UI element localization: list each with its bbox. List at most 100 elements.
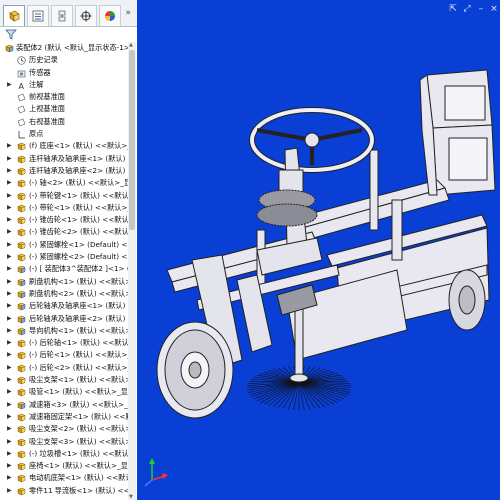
expand-arrow-icon[interactable]: ▶ — [7, 276, 13, 288]
tree-root-assembly[interactable]: 装配体2 (默认 <默认_显示状态-1> — [0, 42, 128, 54]
dimxpert-manager-tab[interactable] — [75, 5, 97, 26]
expand-arrow-icon[interactable]: ▶ — [7, 165, 13, 177]
tree-item[interactable]: ▶ 电动机底架<1> (默认) <<默认>_ — [0, 472, 128, 484]
expand-arrow-icon[interactable]: ▶ — [7, 140, 13, 152]
tree-item[interactable]: ▶ 刷盘机构<2> (默认) <<默认>_显示 — [0, 288, 128, 300]
tree-item[interactable]: ▶ (-) 轴<2> (默认) <<默认>_显示 — [0, 177, 128, 189]
tree-item-label: 刷盘机构<1> (默认) <<默认>_显示 — [29, 276, 128, 286]
tree-item[interactable]: 前视基准面 — [0, 91, 128, 103]
tree-item[interactable]: ▶ (-) 后轮轴<1> (默认) <<默认>_ — [0, 337, 128, 349]
property-manager-tab[interactable] — [27, 5, 49, 26]
expand-arrow-icon[interactable]: ▶ — [7, 325, 13, 337]
tabs-overflow-button[interactable]: » — [125, 8, 131, 18]
tree-item[interactable]: ▶ (-) 后轮<1> (默认) <<默认>_显 — [0, 349, 128, 361]
tree-item[interactable]: ▶ 座椅<1> (默认) <<默认>_显示状 — [0, 460, 128, 472]
tree-item-label: (-) 带轮<1> (默认) <<默认>_显 — [29, 202, 128, 212]
expand-arrow-icon[interactable]: ▶ — [7, 374, 13, 386]
tree-item[interactable]: ▶ 导向机构<1> (默认) <<默认>_显 — [0, 325, 128, 337]
tree-item-label: 刷盘机构<2> (默认) <<默认>_显示 — [29, 288, 128, 298]
assembly-icon — [17, 401, 26, 409]
filter-icon[interactable] — [5, 29, 17, 40]
expand-arrow-icon[interactable]: ▶ — [7, 251, 13, 263]
tree-item[interactable]: ▶ (-) [ 装配体3^装配体2 ]<1> (默 — [0, 263, 128, 275]
scrollbar-thumb[interactable] — [129, 50, 135, 230]
tree-item-label: 右视基准面 — [29, 116, 65, 126]
tree-item[interactable]: ▶ 零件11 导流板<1> (默认) <<默认 — [0, 485, 128, 497]
configuration-manager-tab[interactable] — [51, 5, 73, 26]
expand-arrow-icon[interactable]: ▶ — [7, 485, 13, 497]
expand-arrow-icon[interactable]: ▶ — [7, 226, 13, 238]
tree-item[interactable]: ▶ (-) 带轮<1> (默认) <<默认>_显 — [0, 202, 128, 214]
scroll-up-icon[interactable]: ▲ — [129, 42, 133, 48]
manager-tabs: » — [0, 0, 137, 27]
tree-item[interactable]: ▶ (-) 后轮<2> (默认) <<默认>_显 — [0, 362, 128, 374]
expand-arrow-icon[interactable]: ▶ — [7, 263, 13, 275]
tree-item[interactable]: ▶ (-) 锥齿轮<2> (默认) <<默认>_ — [0, 226, 128, 238]
scroll-down-icon[interactable]: ▼ — [129, 494, 133, 500]
model-3d-sweeper[interactable] — [137, 0, 500, 500]
expand-arrow-icon[interactable]: ▶ — [7, 399, 13, 411]
part-icon — [17, 179, 26, 188]
part-icon — [17, 339, 26, 348]
expand-arrow-icon[interactable]: ▶ — [7, 79, 13, 91]
tree-item[interactable]: ▶ 减速箱<3> (默认) <<默认>_显示 — [0, 399, 128, 411]
tree-item[interactable]: 传感器 — [0, 67, 128, 79]
tree-item[interactable]: ▶ 刷盘机构<1> (默认) <<默认>_显示 — [0, 276, 128, 288]
part-icon — [17, 204, 26, 213]
tree-item[interactable]: ▶ A 注解 — [0, 79, 128, 91]
display-manager-tab[interactable] — [99, 5, 121, 26]
part-icon — [17, 364, 26, 373]
tree-item[interactable]: ▶ 连杆轴承及轴承座<2> (默认) << — [0, 165, 128, 177]
tree-item[interactable]: ▶ (-) 带轮键<1> (默认) <<默认>_ — [0, 190, 128, 202]
tree-item[interactable]: ▶ (-) 紧固螺栓<1> (Default) <<D — [0, 239, 128, 251]
tree-filter-row — [0, 28, 137, 42]
tree-item[interactable]: ▶ 后轮轴承及轴承座<2> (默认) << — [0, 313, 128, 325]
expand-arrow-icon[interactable]: ▶ — [7, 436, 13, 448]
tree-item[interactable]: ▶ 吸尘支架<3> (默认) <<默认>_显 — [0, 436, 128, 448]
expand-arrow-icon[interactable]: ▶ — [7, 153, 13, 165]
annotation-icon: A — [19, 82, 25, 90]
expand-arrow-icon[interactable]: ▶ — [7, 214, 13, 226]
tree-item[interactable]: ▶ (-) 垃圾槽<1> (默认) <<默认>_ — [0, 448, 128, 460]
expand-arrow-icon[interactable]: ▶ — [7, 448, 13, 460]
tree-item[interactable]: 右视基准面 — [0, 116, 128, 128]
tree-item-label: (-) 后轮轴<1> (默认) <<默认>_ — [29, 338, 128, 348]
plane-icon — [17, 118, 26, 127]
expand-arrow-icon[interactable]: ▶ — [7, 288, 13, 300]
tree-item[interactable]: 上视基准面 — [0, 103, 128, 115]
tree-item[interactable]: ▶ 吸管<1> (默认) <<默认>_显示状 — [0, 386, 128, 398]
expand-arrow-icon[interactable]: ▶ — [7, 411, 13, 423]
tree-item[interactable]: ▶ (f) 底座<1> (默认) <<默认>_显 — [0, 140, 128, 152]
tree-item[interactable]: ▶ (-) 紧固螺栓<2> (Default) <<D — [0, 251, 128, 263]
part-icon — [17, 155, 26, 164]
feature-manager-tab-icon — [9, 10, 20, 22]
expand-arrow-icon[interactable]: ▶ — [7, 202, 13, 214]
tree-item-label: (-) 轴<2> (默认) <<默认>_显示 — [29, 178, 128, 188]
tree-scrollbar[interactable]: ▲ ▼ — [128, 42, 136, 500]
part-icon — [17, 438, 26, 446]
tree-item[interactable]: ▶ (-) 锥齿轮<1> (默认) <<默认>_ — [0, 214, 128, 226]
tree-item[interactable]: ▶ 吸尘支架<1> (默认) <<默认>_显 — [0, 374, 128, 386]
tree-item[interactable]: ▶ 减速箱固定架<1> (默认) <<默认> — [0, 411, 128, 423]
expand-arrow-icon[interactable]: ▶ — [7, 337, 13, 349]
tree-item[interactable]: 历史记录 — [0, 54, 128, 66]
tree-item[interactable]: ▶ 后轮轴承及轴承座<1> (默认) << — [0, 300, 128, 312]
expand-arrow-icon[interactable]: ▶ — [7, 177, 13, 189]
expand-arrow-icon[interactable]: ▶ — [7, 239, 13, 251]
expand-arrow-icon[interactable]: ▶ — [7, 423, 13, 435]
expand-arrow-icon[interactable]: ▶ — [7, 190, 13, 202]
feature-manager-tab[interactable] — [3, 5, 25, 26]
tree-item[interactable]: 原点 — [0, 128, 128, 140]
tree-item[interactable]: ▶ 连杆轴承及轴承座<1> (默认) << — [0, 153, 128, 165]
tree-item[interactable]: ▶ 吸尘支架<2> (默认) <<默认>_显 — [0, 423, 128, 435]
expand-arrow-icon[interactable]: ▶ — [7, 386, 13, 398]
expand-arrow-icon[interactable]: ▶ — [7, 313, 13, 325]
expand-arrow-icon[interactable]: ▶ — [7, 472, 13, 484]
dimxpert-manager-tab-icon — [80, 10, 92, 22]
configuration-manager-tab-icon — [58, 10, 66, 22]
expand-arrow-icon[interactable]: ▶ — [7, 362, 13, 374]
expand-arrow-icon[interactable]: ▶ — [7, 300, 13, 312]
graphics-viewport[interactable]: ⇱ ⤢ – × — [137, 0, 500, 500]
expand-arrow-icon[interactable]: ▶ — [7, 349, 13, 361]
expand-arrow-icon[interactable]: ▶ — [7, 460, 13, 472]
